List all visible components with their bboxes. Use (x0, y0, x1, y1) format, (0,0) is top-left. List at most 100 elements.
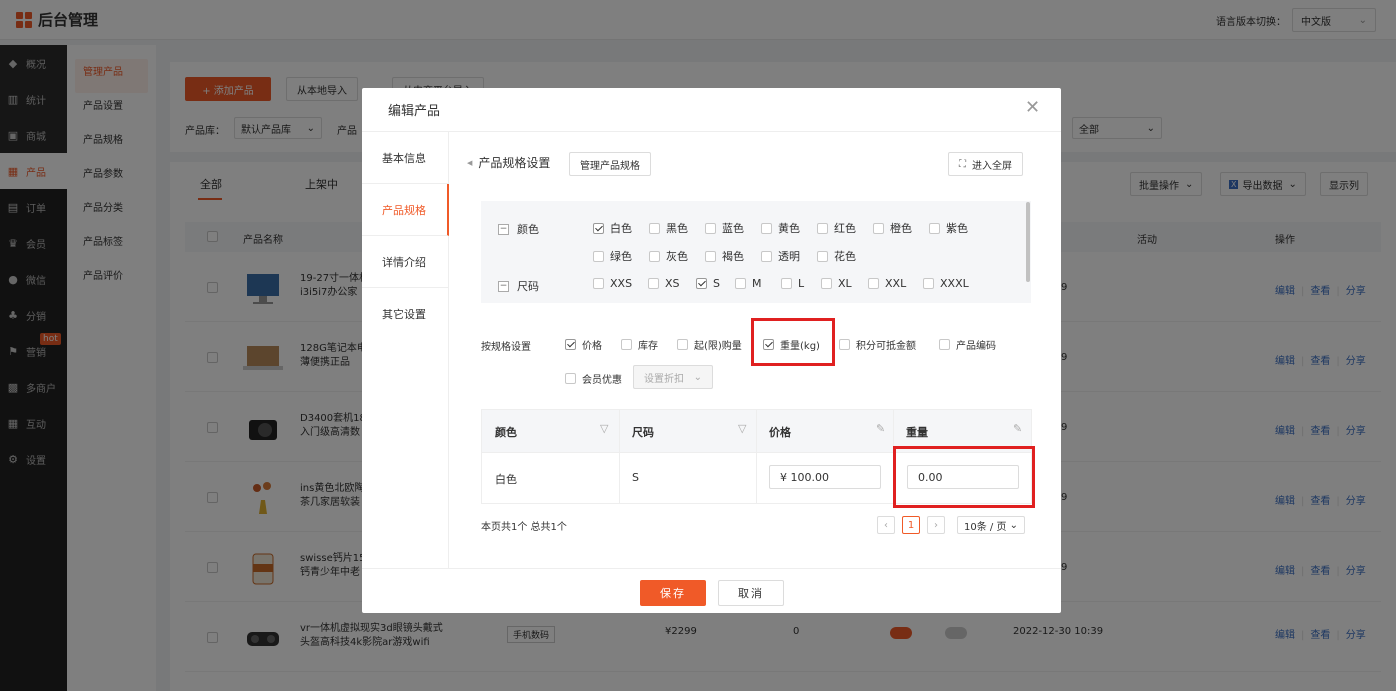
checkbox[interactable] (649, 250, 660, 262)
color-option-gray[interactable]: 灰色 (649, 248, 688, 264)
chevron-down-icon: ⌄ (693, 371, 702, 383)
checkbox[interactable] (593, 278, 604, 289)
checkbox[interactable] (649, 222, 660, 234)
size-option-xxxl[interactable]: XXXL (923, 277, 969, 290)
size-option-xl[interactable]: XL (821, 277, 852, 290)
edit-product-dialog: 编辑产品 ✕ 基本信息 产品规格 详情介绍 其它设置 ◀ 产品规格设置 管理产品规… (362, 88, 1061, 613)
by-spec-min-purchase[interactable]: 起(限)购量 (677, 337, 742, 352)
color-option-white[interactable]: 白色 (593, 220, 632, 236)
tab-other-settings[interactable]: 其它设置 (362, 288, 448, 340)
color-option-transparent[interactable]: 透明 (761, 248, 800, 264)
size-option-xxl[interactable]: XXL (868, 277, 906, 290)
tab-product-spec[interactable]: 产品规格 (362, 184, 449, 236)
tab-basic-info[interactable]: 基本信息 (362, 132, 448, 184)
color-option-brown[interactable]: 褐色 (705, 248, 744, 264)
option-label: XL (838, 277, 852, 290)
by-spec-stock[interactable]: 库存 (621, 337, 658, 352)
checkbox[interactable] (761, 222, 772, 234)
checkbox[interactable] (735, 278, 746, 289)
checkbox[interactable] (705, 250, 716, 262)
collapse-minus-icon[interactable]: − (498, 223, 509, 235)
close-icon[interactable]: ✕ (1025, 99, 1041, 117)
filter-icon[interactable]: ▽ (738, 422, 746, 435)
color-option-pattern[interactable]: 花色 (817, 248, 856, 264)
edit-pencil-icon[interactable]: ✎ (876, 422, 885, 435)
size-option-m[interactable]: M (735, 277, 762, 290)
option-label: 透明 (778, 250, 800, 263)
size-option-s[interactable]: S (696, 277, 720, 290)
color-option-red[interactable]: 红色 (817, 220, 856, 236)
filter-icon[interactable]: ▽ (600, 422, 608, 435)
size-option-xs[interactable]: XS (648, 277, 680, 290)
size-group-label: − 尺码 (498, 278, 539, 294)
checkbox[interactable] (817, 222, 828, 234)
option-label: 起(限)购量 (694, 341, 742, 352)
grid-col-price: 价格 (769, 426, 791, 439)
by-spec-label: 按规格设置 (481, 342, 531, 353)
tab-details[interactable]: 详情介绍 (362, 236, 448, 288)
discount-select[interactable]: 设置折扣 ⌄ (633, 365, 713, 389)
grid-col-color: 颜色 (495, 426, 517, 439)
fullscreen-button[interactable]: ⛶ 进入全屏 (948, 152, 1023, 176)
checkbox[interactable] (621, 339, 632, 350)
checkbox[interactable] (696, 278, 707, 289)
edit-pencil-icon[interactable]: ✎ (1013, 422, 1022, 435)
checkbox[interactable] (939, 339, 950, 350)
color-label-text: 颜色 (517, 223, 539, 236)
option-label: 积分可抵金额 (856, 341, 916, 352)
checkbox[interactable] (761, 250, 772, 262)
color-option-green[interactable]: 绿色 (593, 248, 632, 264)
page-number-current[interactable]: 1 (902, 516, 920, 534)
checkbox[interactable] (705, 222, 716, 234)
checkbox[interactable] (929, 222, 940, 234)
checkbox[interactable] (565, 373, 576, 384)
option-label: XXXL (940, 277, 969, 290)
by-spec-price[interactable]: 价格 (565, 337, 602, 352)
color-option-black[interactable]: 黑色 (649, 220, 688, 236)
checkbox[interactable] (839, 339, 850, 350)
collapse-triangle-icon[interactable]: ◀ (467, 159, 472, 167)
option-label: XXS (610, 277, 633, 290)
checkbox[interactable] (923, 278, 934, 289)
size-option-l[interactable]: L (781, 277, 804, 290)
color-option-orange[interactable]: 橙色 (873, 220, 912, 236)
checkbox[interactable] (817, 250, 828, 262)
option-label: 库存 (638, 341, 658, 352)
dialog-tabs: 基本信息 产品规格 详情介绍 其它设置 (362, 132, 449, 568)
option-label: 黄色 (778, 222, 800, 235)
option-label: 紫色 (946, 222, 968, 235)
by-spec-product-code[interactable]: 产品编码 (939, 337, 996, 352)
next-page-icon[interactable]: › (927, 516, 945, 534)
prev-page-icon[interactable]: ‹ (877, 516, 895, 534)
spec-box-scrollbar[interactable] (1026, 202, 1030, 282)
price-input[interactable]: ¥ 100.00 (769, 465, 881, 489)
option-label: 产品编码 (956, 341, 996, 352)
option-label: XS (665, 277, 680, 290)
option-label: 黑色 (666, 222, 688, 235)
checkbox[interactable] (873, 222, 884, 234)
checkbox[interactable] (648, 278, 659, 289)
checkbox[interactable] (677, 339, 688, 350)
option-label: XXL (885, 277, 907, 290)
checkbox[interactable] (821, 278, 832, 289)
checkbox[interactable] (781, 278, 792, 289)
option-label: 白色 (610, 222, 632, 235)
checkbox[interactable] (565, 339, 576, 350)
manage-spec-button[interactable]: 管理产品规格 (569, 152, 651, 176)
checkbox[interactable] (868, 278, 879, 289)
grid-col-size: 尺码 (632, 426, 654, 439)
checkbox[interactable] (593, 250, 604, 262)
by-spec-points[interactable]: 积分可抵金额 (839, 337, 916, 352)
grid-cell-size: S (632, 471, 639, 484)
member-discount-option[interactable]: 会员优惠 (565, 371, 622, 386)
size-option-xxs[interactable]: XXS (593, 277, 632, 290)
collapse-minus-icon[interactable]: − (498, 280, 509, 292)
color-option-yellow[interactable]: 黄色 (761, 220, 800, 236)
checkbox[interactable] (593, 222, 604, 234)
highlight-box-weight-input (893, 446, 1035, 508)
save-button[interactable]: 保存 (640, 580, 706, 606)
cancel-button[interactable]: 取消 (718, 580, 784, 606)
color-option-blue[interactable]: 蓝色 (705, 220, 744, 236)
page-size-select[interactable]: 10条 / 页 ⌄ (957, 516, 1025, 534)
color-option-purple[interactable]: 紫色 (929, 220, 968, 236)
